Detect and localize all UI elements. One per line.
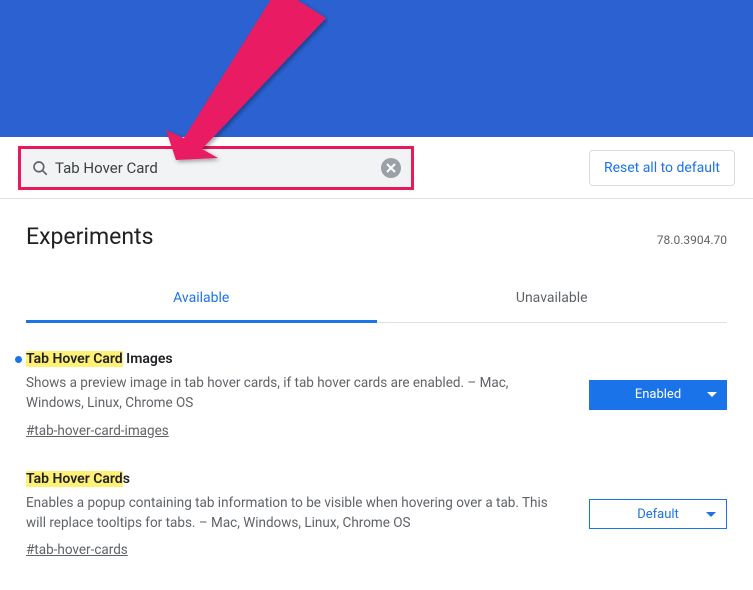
- search-icon: [31, 159, 49, 177]
- tabs-bar: Available Unavailable: [26, 276, 727, 323]
- flag-row: Tab Hover Card Images Shows a preview im…: [26, 351, 727, 439]
- flag-hash-link[interactable]: #tab-hover-cards: [26, 542, 128, 558]
- flag-title: Tab Hover Card Images: [26, 351, 569, 367]
- search-field-container: [18, 146, 414, 190]
- flag-status-select[interactable]: Default: [589, 499, 727, 529]
- flag-hash-link[interactable]: #tab-hover-card-images: [26, 423, 169, 439]
- tab-unavailable[interactable]: Unavailable: [377, 276, 728, 322]
- version-label: 78.0.3904.70: [657, 233, 727, 247]
- reset-all-button[interactable]: Reset all to default: [589, 150, 735, 186]
- flag-row: Tab Hover Cards Enables a popup containi…: [26, 471, 727, 559]
- flag-description: Enables a popup containing tab informati…: [26, 493, 569, 534]
- flag-status-select[interactable]: Enabled: [589, 380, 727, 410]
- clear-search-icon[interactable]: [381, 158, 401, 178]
- tab-available[interactable]: Available: [26, 276, 377, 323]
- flag-title: Tab Hover Cards: [26, 471, 569, 487]
- flag-description: Shows a preview image in tab hover cards…: [26, 373, 569, 414]
- chevron-down-icon: [706, 512, 716, 517]
- search-bar: Reset all to default: [0, 138, 753, 199]
- search-input[interactable]: [49, 159, 381, 177]
- modified-indicator-icon: [15, 356, 22, 363]
- chevron-down-icon: [707, 392, 717, 397]
- header-banner: [0, 0, 753, 137]
- content-area: Experiments 78.0.3904.70 Available Unava…: [0, 199, 753, 590]
- page-title: Experiments: [26, 223, 153, 250]
